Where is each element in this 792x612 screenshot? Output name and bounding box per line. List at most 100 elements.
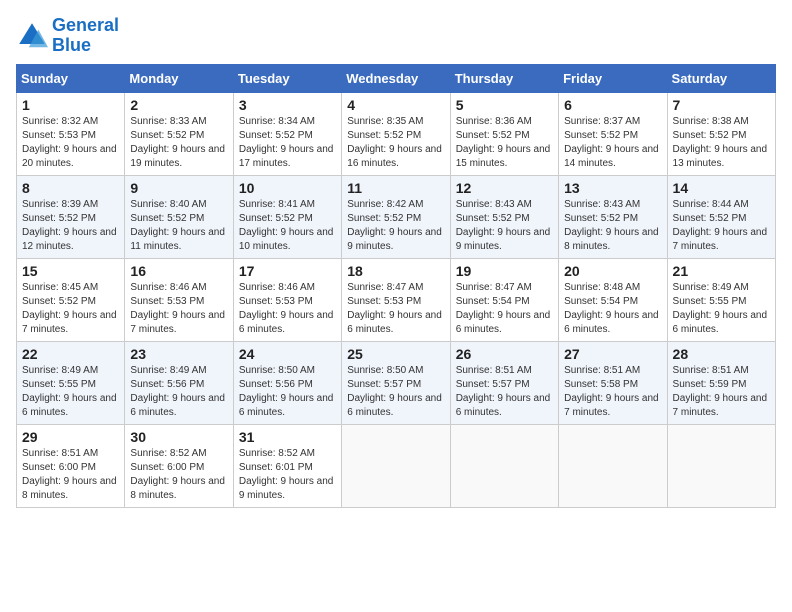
calendar-cell: 11 Sunrise: 8:42 AMSunset: 5:52 PMDaylig…	[342, 175, 450, 258]
calendar-cell: 20 Sunrise: 8:48 AMSunset: 5:54 PMDaylig…	[559, 258, 667, 341]
day-number: 28	[673, 346, 770, 362]
calendar-cell: 25 Sunrise: 8:50 AMSunset: 5:57 PMDaylig…	[342, 341, 450, 424]
weekday-header-friday: Friday	[559, 64, 667, 92]
calendar-cell: 4 Sunrise: 8:35 AMSunset: 5:52 PMDayligh…	[342, 92, 450, 175]
day-info: Sunrise: 8:49 AMSunset: 5:55 PMDaylight:…	[22, 365, 117, 418]
day-info: Sunrise: 8:46 AMSunset: 5:53 PMDaylight:…	[239, 282, 334, 335]
calendar-cell: 19 Sunrise: 8:47 AMSunset: 5:54 PMDaylig…	[450, 258, 558, 341]
day-number: 3	[239, 97, 336, 113]
calendar-cell	[667, 424, 775, 507]
day-info: Sunrise: 8:42 AMSunset: 5:52 PMDaylight:…	[347, 199, 442, 252]
day-info: Sunrise: 8:34 AMSunset: 5:52 PMDaylight:…	[239, 116, 334, 169]
calendar-cell: 28 Sunrise: 8:51 AMSunset: 5:59 PMDaylig…	[667, 341, 775, 424]
calendar-cell: 13 Sunrise: 8:43 AMSunset: 5:52 PMDaylig…	[559, 175, 667, 258]
calendar-week-2: 8 Sunrise: 8:39 AMSunset: 5:52 PMDayligh…	[17, 175, 776, 258]
day-info: Sunrise: 8:51 AMSunset: 6:00 PMDaylight:…	[22, 448, 117, 501]
calendar-cell: 23 Sunrise: 8:49 AMSunset: 5:56 PMDaylig…	[125, 341, 233, 424]
day-number: 20	[564, 263, 661, 279]
calendar-cell: 16 Sunrise: 8:46 AMSunset: 5:53 PMDaylig…	[125, 258, 233, 341]
day-info: Sunrise: 8:51 AMSunset: 5:57 PMDaylight:…	[456, 365, 551, 418]
calendar-cell: 10 Sunrise: 8:41 AMSunset: 5:52 PMDaylig…	[233, 175, 341, 258]
calendar-week-4: 22 Sunrise: 8:49 AMSunset: 5:55 PMDaylig…	[17, 341, 776, 424]
day-number: 30	[130, 429, 227, 445]
day-number: 15	[22, 263, 119, 279]
calendar-cell	[559, 424, 667, 507]
day-info: Sunrise: 8:40 AMSunset: 5:52 PMDaylight:…	[130, 199, 225, 252]
calendar-cell	[450, 424, 558, 507]
calendar-cell: 7 Sunrise: 8:38 AMSunset: 5:52 PMDayligh…	[667, 92, 775, 175]
day-number: 25	[347, 346, 444, 362]
day-number: 23	[130, 346, 227, 362]
day-info: Sunrise: 8:35 AMSunset: 5:52 PMDaylight:…	[347, 116, 442, 169]
calendar-cell: 8 Sunrise: 8:39 AMSunset: 5:52 PMDayligh…	[17, 175, 125, 258]
day-info: Sunrise: 8:36 AMSunset: 5:52 PMDaylight:…	[456, 116, 551, 169]
calendar-cell: 12 Sunrise: 8:43 AMSunset: 5:52 PMDaylig…	[450, 175, 558, 258]
calendar-cell: 14 Sunrise: 8:44 AMSunset: 5:52 PMDaylig…	[667, 175, 775, 258]
day-info: Sunrise: 8:47 AMSunset: 5:54 PMDaylight:…	[456, 282, 551, 335]
day-info: Sunrise: 8:37 AMSunset: 5:52 PMDaylight:…	[564, 116, 659, 169]
weekday-header-thursday: Thursday	[450, 64, 558, 92]
day-number: 29	[22, 429, 119, 445]
day-number: 4	[347, 97, 444, 113]
day-number: 1	[22, 97, 119, 113]
day-number: 22	[22, 346, 119, 362]
day-info: Sunrise: 8:49 AMSunset: 5:55 PMDaylight:…	[673, 282, 768, 335]
day-number: 6	[564, 97, 661, 113]
day-info: Sunrise: 8:33 AMSunset: 5:52 PMDaylight:…	[130, 116, 225, 169]
calendar-table: SundayMondayTuesdayWednesdayThursdayFrid…	[16, 64, 776, 508]
day-number: 10	[239, 180, 336, 196]
page-header: General Blue	[16, 16, 776, 56]
calendar-cell: 9 Sunrise: 8:40 AMSunset: 5:52 PMDayligh…	[125, 175, 233, 258]
calendar-cell: 2 Sunrise: 8:33 AMSunset: 5:52 PMDayligh…	[125, 92, 233, 175]
logo-text: General Blue	[52, 16, 119, 56]
day-number: 12	[456, 180, 553, 196]
calendar-cell: 30 Sunrise: 8:52 AMSunset: 6:00 PMDaylig…	[125, 424, 233, 507]
calendar-cell: 21 Sunrise: 8:49 AMSunset: 5:55 PMDaylig…	[667, 258, 775, 341]
weekday-header-tuesday: Tuesday	[233, 64, 341, 92]
calendar-cell: 3 Sunrise: 8:34 AMSunset: 5:52 PMDayligh…	[233, 92, 341, 175]
day-info: Sunrise: 8:39 AMSunset: 5:52 PMDaylight:…	[22, 199, 117, 252]
day-info: Sunrise: 8:51 AMSunset: 5:58 PMDaylight:…	[564, 365, 659, 418]
day-number: 16	[130, 263, 227, 279]
logo-icon	[16, 20, 48, 52]
day-number: 13	[564, 180, 661, 196]
day-number: 17	[239, 263, 336, 279]
day-info: Sunrise: 8:51 AMSunset: 5:59 PMDaylight:…	[673, 365, 768, 418]
day-info: Sunrise: 8:43 AMSunset: 5:52 PMDaylight:…	[564, 199, 659, 252]
day-info: Sunrise: 8:32 AMSunset: 5:53 PMDaylight:…	[22, 116, 117, 169]
day-info: Sunrise: 8:52 AMSunset: 6:01 PMDaylight:…	[239, 448, 334, 501]
calendar-cell: 31 Sunrise: 8:52 AMSunset: 6:01 PMDaylig…	[233, 424, 341, 507]
calendar-cell: 1 Sunrise: 8:32 AMSunset: 5:53 PMDayligh…	[17, 92, 125, 175]
weekday-header-monday: Monday	[125, 64, 233, 92]
day-number: 27	[564, 346, 661, 362]
day-number: 31	[239, 429, 336, 445]
day-number: 7	[673, 97, 770, 113]
calendar-cell: 24 Sunrise: 8:50 AMSunset: 5:56 PMDaylig…	[233, 341, 341, 424]
logo: General Blue	[16, 16, 119, 56]
day-number: 14	[673, 180, 770, 196]
calendar-week-3: 15 Sunrise: 8:45 AMSunset: 5:52 PMDaylig…	[17, 258, 776, 341]
calendar-cell: 26 Sunrise: 8:51 AMSunset: 5:57 PMDaylig…	[450, 341, 558, 424]
day-number: 8	[22, 180, 119, 196]
calendar-cell: 18 Sunrise: 8:47 AMSunset: 5:53 PMDaylig…	[342, 258, 450, 341]
calendar-cell: 27 Sunrise: 8:51 AMSunset: 5:58 PMDaylig…	[559, 341, 667, 424]
day-info: Sunrise: 8:43 AMSunset: 5:52 PMDaylight:…	[456, 199, 551, 252]
day-info: Sunrise: 8:50 AMSunset: 5:56 PMDaylight:…	[239, 365, 334, 418]
calendar-cell: 22 Sunrise: 8:49 AMSunset: 5:55 PMDaylig…	[17, 341, 125, 424]
calendar-week-1: 1 Sunrise: 8:32 AMSunset: 5:53 PMDayligh…	[17, 92, 776, 175]
day-info: Sunrise: 8:47 AMSunset: 5:53 PMDaylight:…	[347, 282, 442, 335]
day-info: Sunrise: 8:45 AMSunset: 5:52 PMDaylight:…	[22, 282, 117, 335]
day-info: Sunrise: 8:48 AMSunset: 5:54 PMDaylight:…	[564, 282, 659, 335]
day-info: Sunrise: 8:50 AMSunset: 5:57 PMDaylight:…	[347, 365, 442, 418]
weekday-header-sunday: Sunday	[17, 64, 125, 92]
day-number: 26	[456, 346, 553, 362]
day-number: 18	[347, 263, 444, 279]
day-number: 21	[673, 263, 770, 279]
day-info: Sunrise: 8:44 AMSunset: 5:52 PMDaylight:…	[673, 199, 768, 252]
day-info: Sunrise: 8:46 AMSunset: 5:53 PMDaylight:…	[130, 282, 225, 335]
calendar-cell: 15 Sunrise: 8:45 AMSunset: 5:52 PMDaylig…	[17, 258, 125, 341]
day-number: 19	[456, 263, 553, 279]
day-info: Sunrise: 8:49 AMSunset: 5:56 PMDaylight:…	[130, 365, 225, 418]
day-number: 11	[347, 180, 444, 196]
calendar-week-5: 29 Sunrise: 8:51 AMSunset: 6:00 PMDaylig…	[17, 424, 776, 507]
